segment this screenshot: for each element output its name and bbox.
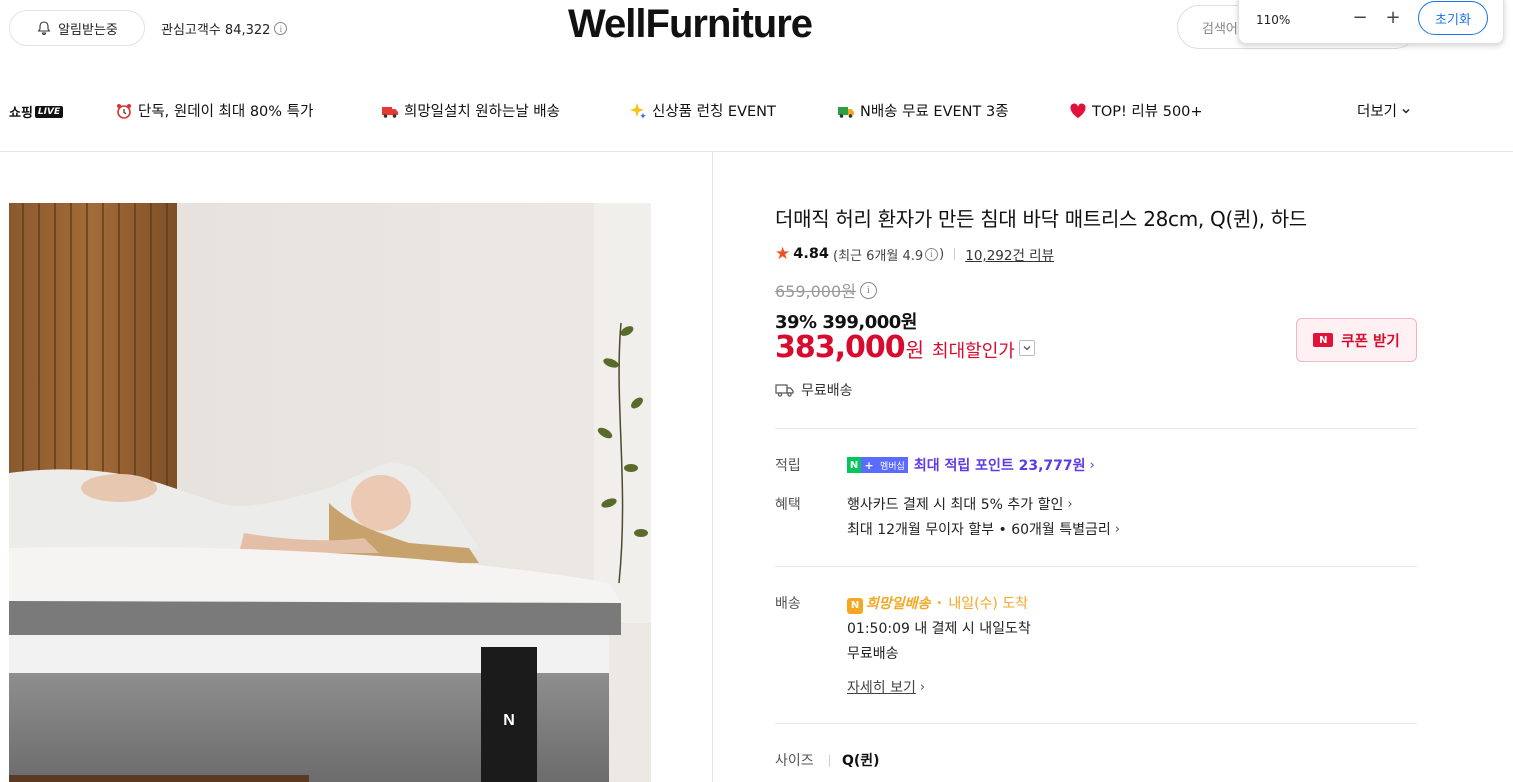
- hope-delivery-badge: N 희망일배송: [847, 593, 930, 614]
- column-divider: [712, 152, 713, 782]
- recent-rating: (최근 6개월 4.9: [833, 248, 924, 264]
- dot-separator: •: [936, 597, 943, 609]
- size-label: 사이즈: [775, 753, 814, 769]
- zoom-reset-button[interactable]: 초기화: [1418, 1, 1488, 35]
- shopping-label: 쇼핑: [9, 106, 33, 121]
- category-nav: 쇼핑 LIVE 단독, 원데이 최대 80% 특가 희망일설치 원하는날 배송 …: [0, 88, 1513, 132]
- notification-button[interactable]: 알림받는중: [9, 10, 145, 46]
- free-shipping-row: 무료배송: [775, 380, 853, 400]
- delivery-fee: 무료배송: [847, 646, 899, 662]
- interest-label: 관심고객수 84,322: [161, 23, 271, 38]
- info-icon[interactable]: i: [859, 281, 877, 299]
- rating-row: ★ 4.84 (최근 6개월 4.9 i ) 10,292건 리뷰: [775, 244, 1054, 264]
- benefit-card-discount[interactable]: 행사카드 결제 시 최대 5% 추가 할인 ›: [847, 494, 1073, 514]
- max-discount-label: 최대할인가: [932, 341, 1015, 362]
- points-text: 최대 적립 포인트 23,777원: [913, 458, 1086, 474]
- section-divider: [775, 723, 1417, 724]
- alarm-clock-icon: [117, 103, 131, 119]
- chevron-right-icon: ›: [1067, 496, 1073, 512]
- size-divider: [829, 755, 830, 767]
- nav-item-new-launch[interactable]: 신상품 런칭 EVENT: [629, 100, 776, 121]
- nav-item-label: 신상품 런칭 EVENT: [652, 104, 776, 120]
- benefit-installment[interactable]: 최대 12개월 무이자 할부 • 60개월 특별금리 ›: [847, 519, 1120, 539]
- max-discount-row[interactable]: 383,000 원 최대할인가: [775, 330, 1035, 365]
- chevron-down-icon[interactable]: [1018, 339, 1035, 356]
- benefits-label: 혜택: [775, 497, 801, 513]
- rating-divider: [954, 248, 956, 260]
- points-label: 적립: [775, 458, 801, 474]
- original-price-row: 659,000원 i: [775, 278, 877, 302]
- npay-logo-icon: N: [1313, 333, 1334, 347]
- heart-icon: [1070, 103, 1086, 118]
- bell-icon: [37, 21, 51, 35]
- notification-label: 알림받는중: [58, 22, 118, 38]
- more-menu-button[interactable]: 더보기: [1357, 100, 1411, 121]
- chevron-right-icon: ›: [1114, 521, 1120, 537]
- n-delivery-icon: N: [847, 597, 863, 614]
- sparkle-icon: [630, 102, 646, 119]
- more-label: 더보기: [1357, 104, 1398, 120]
- chevron-right-icon: ›: [1089, 457, 1095, 473]
- info-icon[interactable]: i: [274, 22, 288, 35]
- delivery-truck-icon: [838, 106, 854, 118]
- delivery-countdown: 01:50:09 내 결제 시 내일도착: [847, 621, 1031, 637]
- nav-item-label: 단독, 원데이 최대 80% 특가: [138, 104, 314, 120]
- shopping-live-link[interactable]: 쇼핑 LIVE: [9, 102, 64, 121]
- nav-item-hope-install[interactable]: 희망일설치 원하는날 배송: [381, 100, 560, 121]
- zoom-level: 110%: [1256, 13, 1291, 27]
- arrival-text: 내일(수) 도착: [948, 596, 1029, 613]
- currency-unit: 원: [905, 338, 925, 362]
- star-icon: ★: [775, 244, 791, 264]
- store-logo[interactable]: WellFurniture: [568, 2, 813, 47]
- info-icon[interactable]: i: [925, 247, 939, 261]
- product-title: 더매직 허리 환자가 만든 침대 바닥 매트리스 28cm, Q(퀸), 하드: [775, 207, 1307, 231]
- free-shipping-label: 무료배송: [801, 383, 853, 399]
- max-discount-price: 383,000: [775, 330, 906, 365]
- nav-item-label: 희망일설치 원하는날 배송: [404, 104, 560, 120]
- benefit-text: 최대 12개월 무이자 할부 • 60개월 특별금리: [847, 522, 1111, 538]
- section-divider: [775, 428, 1417, 429]
- product-image[interactable]: N: [9, 203, 651, 782]
- delivery-label: 배송: [775, 596, 801, 612]
- svg-text:N: N: [503, 712, 515, 729]
- nav-item-top-review[interactable]: TOP! 리뷰 500+: [1069, 100, 1203, 121]
- truck-icon: [775, 384, 794, 397]
- zoom-popup: 110% − + 초기화: [1238, 0, 1504, 44]
- hope-delivery-row: N 희망일배송 • 내일(수) 도착: [847, 593, 1028, 614]
- chevron-right-icon: ›: [919, 679, 926, 695]
- search-placeholder: 검색어: [1202, 21, 1238, 37]
- delivery-detail-link[interactable]: 자세히 보기 ›: [847, 677, 925, 697]
- coupon-button[interactable]: N 쿠폰 받기: [1296, 318, 1417, 362]
- chevron-down-icon: [1402, 108, 1410, 114]
- truck-icon: [382, 106, 398, 118]
- naver-membership-badge: N + 멤버십: [847, 457, 908, 473]
- zoom-out-button[interactable]: −: [1349, 7, 1371, 29]
- recent-rating-close: ): [939, 246, 945, 262]
- coupon-label: 쿠폰 받기: [1341, 333, 1400, 350]
- interest-count: 관심고객수 84,322 i: [161, 19, 288, 38]
- benefit-text: 행사카드 결제 시 최대 5% 추가 할인: [847, 497, 1064, 513]
- product-photo-illustration: N: [9, 203, 651, 782]
- original-price: 659,000원: [775, 282, 856, 301]
- rating-score: 4.84: [793, 246, 830, 262]
- zoom-in-button[interactable]: +: [1382, 7, 1404, 29]
- nav-item-label: N배송 무료 EVENT 3종: [860, 104, 1009, 120]
- nav-item-label: TOP! 리뷰 500+: [1092, 104, 1203, 120]
- section-divider: [775, 566, 1417, 567]
- nav-item-oneday[interactable]: 단독, 원데이 최대 80% 특가: [115, 100, 313, 121]
- size-value[interactable]: Q(퀸): [842, 750, 880, 770]
- review-count-link[interactable]: 10,292건 리뷰: [965, 244, 1054, 264]
- live-badge: LIVE: [34, 105, 64, 118]
- nav-divider: [0, 151, 1513, 152]
- nav-item-n-delivery[interactable]: N배송 무료 EVENT 3종: [837, 100, 1009, 121]
- points-row[interactable]: N + 멤버십 최대 적립 포인트 23,777원 ›: [847, 455, 1095, 475]
- detail-link-label: 자세히 보기: [847, 680, 916, 696]
